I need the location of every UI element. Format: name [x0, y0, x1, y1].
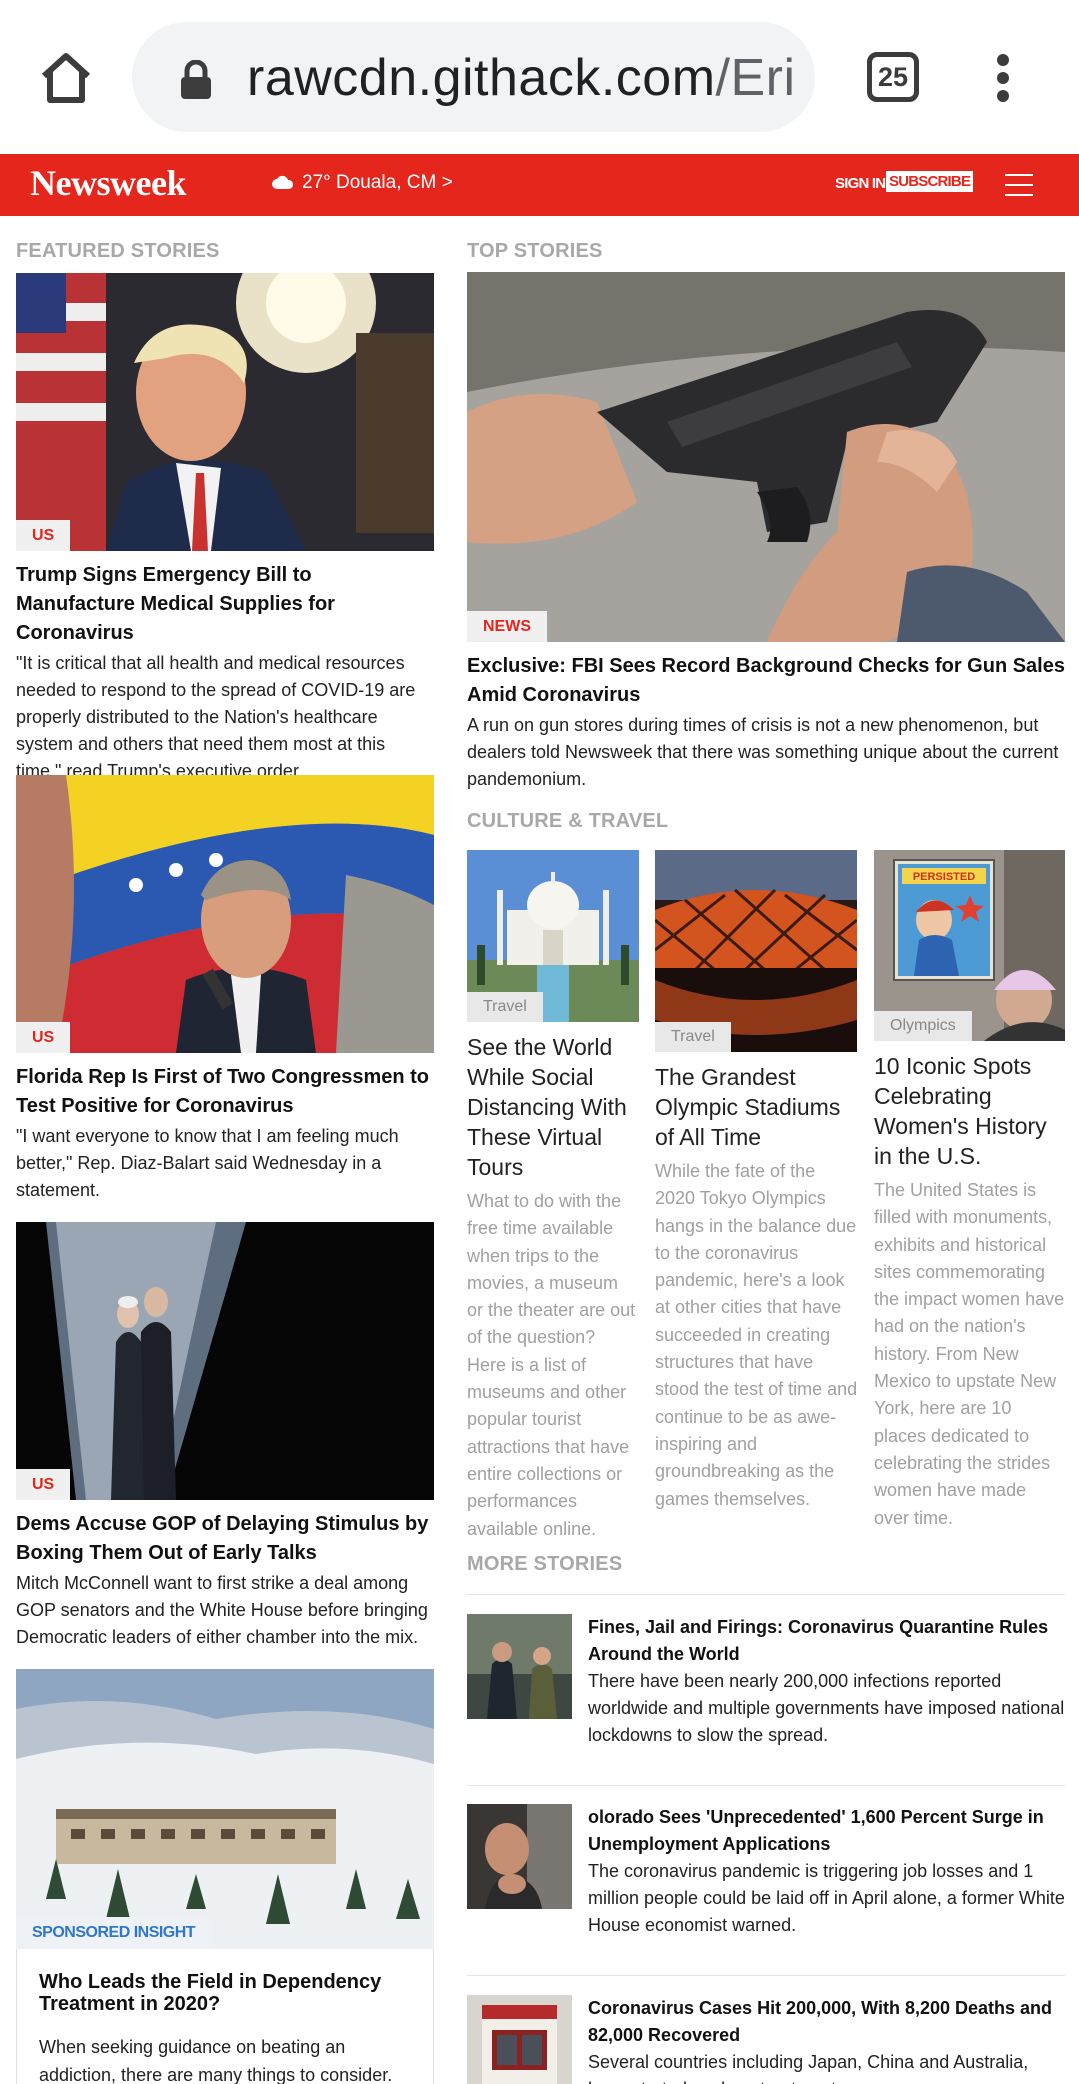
url-host: rawcdn.githack.com [247, 49, 716, 107]
more-stories-heading: MORE STORIES [467, 1553, 623, 1575]
hamburger-menu-icon[interactable] [1005, 174, 1033, 196]
category-tag[interactable]: US [16, 1469, 71, 1500]
culture-story-2[interactable]: Travel The Grandest Olympic Stadiums of … [655, 850, 860, 1513]
story-title[interactable]: 10 Iconic Spots Celebrating Women's Hist… [874, 1051, 1066, 1171]
featured-story-3[interactable]: US Dems Accuse GOP of Delaying Stimulus … [16, 1222, 434, 1651]
story-summary: "It is critical that all health and medi… [16, 653, 416, 781]
more-story-1[interactable]: Fines, Jail and Firings: Coronavirus Qua… [467, 1614, 1065, 1764]
sign-in-link[interactable]: SIGN IN [835, 175, 886, 192]
culture-travel-heading: CULTURE & TRAVEL [467, 810, 669, 832]
sponsored-title[interactable]: Who Leads the Field in Dependency Treatm… [39, 1971, 411, 2015]
divider [467, 1785, 1065, 1786]
top-story[interactable]: NEWS Exclusive: FBI Sees Record Backgrou… [467, 272, 1065, 793]
weather-text: 27° Douala, CM > [302, 172, 453, 193]
more-vert-icon[interactable] [993, 54, 1013, 102]
home-icon[interactable] [36, 48, 96, 108]
story-title[interactable]: Florida Rep Is First of Two Congressmen … [16, 1063, 434, 1121]
browser-toolbar: rawcdn.githack.com/Eri 25 [0, 0, 1079, 154]
weather-widget[interactable]: 27° Douala, CM > [272, 172, 453, 194]
divider [467, 1975, 1065, 1976]
culture-story-3[interactable]: PERSISTED Olympics 10 Iconic Spots Celeb… [874, 850, 1066, 1532]
story-title[interactable]: The Grandest Olympic Stadiums of All Tim… [655, 1062, 860, 1152]
story-thumbnail[interactable] [467, 1804, 572, 1909]
category-tag[interactable]: Olympics [874, 1011, 972, 1041]
tab-switcher-button[interactable]: 25 [867, 52, 919, 102]
featured-stories-heading: FEATURED STORIES [16, 240, 220, 262]
address-bar[interactable]: rawcdn.githack.com/Eri [132, 22, 815, 132]
story-title[interactable]: Coronavirus Cases Hit 200,000, With 8,20… [588, 1995, 1065, 2049]
category-tag[interactable]: Travel [655, 1022, 731, 1052]
url-path: /Eri [715, 49, 796, 107]
featured-story-1[interactable]: US Trump Signs Emergency Bill to Manufac… [16, 273, 434, 785]
culture-story-1[interactable]: Travel See the World While Social Distan… [467, 850, 639, 1543]
story-image[interactable]: PERSISTED Olympics [874, 850, 1065, 1041]
top-stories-heading: TOP STORIES [467, 240, 603, 262]
story-image[interactable]: NEWS [467, 272, 1065, 642]
story-summary: A run on gun stores during times of cris… [467, 715, 1059, 789]
story-title[interactable]: olorado Sees 'Unprecedented' 1,600 Perce… [588, 1804, 1065, 1858]
story-title[interactable]: Exclusive: FBI Sees Record Background Ch… [467, 652, 1065, 710]
category-tag[interactable]: NEWS [467, 611, 547, 642]
story-summary: While the fate of the 2020 Tokyo Olympic… [655, 1161, 858, 1509]
story-title[interactable]: Fines, Jail and Firings: Coronavirus Qua… [588, 1614, 1065, 1668]
cloud-icon [272, 175, 294, 189]
sponsored-summary: When seeking guidance on beating an addi… [39, 2037, 393, 2084]
story-image[interactable]: US [16, 273, 434, 551]
story-title[interactable]: Dems Accuse GOP of Delaying Stimulus by … [16, 1510, 434, 1568]
story-summary: The coronavirus pandemic is triggering j… [588, 1861, 1065, 1935]
story-summary: Several countries including Japan, China… [588, 2052, 1029, 2084]
story-summary: "I want everyone to know that I am feeli… [16, 1126, 399, 1200]
story-summary: Mitch McConnell want to first strike a d… [16, 1573, 428, 1647]
url-text: rawcdn.githack.com/Eri [247, 48, 796, 108]
story-image[interactable]: US [16, 1222, 434, 1500]
story-summary: The United States is filled with monumen… [874, 1180, 1065, 1528]
story-summary: What to do with the free time available … [467, 1191, 636, 1539]
more-story-2[interactable]: olorado Sees 'Unprecedented' 1,600 Perce… [467, 1804, 1065, 1954]
tab-count: 25 [877, 62, 909, 92]
more-story-3[interactable]: Coronavirus Cases Hit 200,000, With 8,20… [467, 1995, 1065, 2084]
story-thumbnail[interactable] [467, 1614, 572, 1719]
poster-text: PERSISTED [913, 871, 975, 883]
lock-icon [180, 60, 212, 100]
sponsored-image[interactable]: SPONSORED INSIGHT [16, 1669, 434, 1949]
category-tag[interactable]: US [16, 1022, 71, 1053]
story-image[interactable]: Travel [467, 850, 639, 1022]
featured-story-2[interactable]: US Florida Rep Is First of Two Congressm… [16, 775, 434, 1204]
category-tag[interactable]: US [16, 520, 71, 551]
site-header: Newsweek 27° Douala, CM > SIGN IN SUBSCR… [0, 154, 1079, 216]
story-image[interactable]: Travel [655, 850, 857, 1052]
story-summary: There have been nearly 200,000 infection… [588, 1671, 1065, 1745]
story-title[interactable]: Trump Signs Emergency Bill to Manufactur… [16, 561, 434, 648]
divider [467, 1594, 1065, 1595]
site-logo[interactable]: Newsweek [30, 162, 186, 204]
story-image[interactable]: US [16, 775, 434, 1053]
subscribe-button[interactable]: SUBSCRIBE [886, 171, 974, 192]
story-title[interactable]: See the World While Social Distancing Wi… [467, 1032, 639, 1182]
sponsored-tag: SPONSORED INSIGHT [16, 1917, 212, 1949]
category-tag[interactable]: Travel [467, 992, 543, 1022]
sponsored-card[interactable]: SPONSORED INSIGHT Who Leads the Field in… [16, 1669, 434, 2084]
story-thumbnail[interactable] [467, 1995, 572, 2084]
